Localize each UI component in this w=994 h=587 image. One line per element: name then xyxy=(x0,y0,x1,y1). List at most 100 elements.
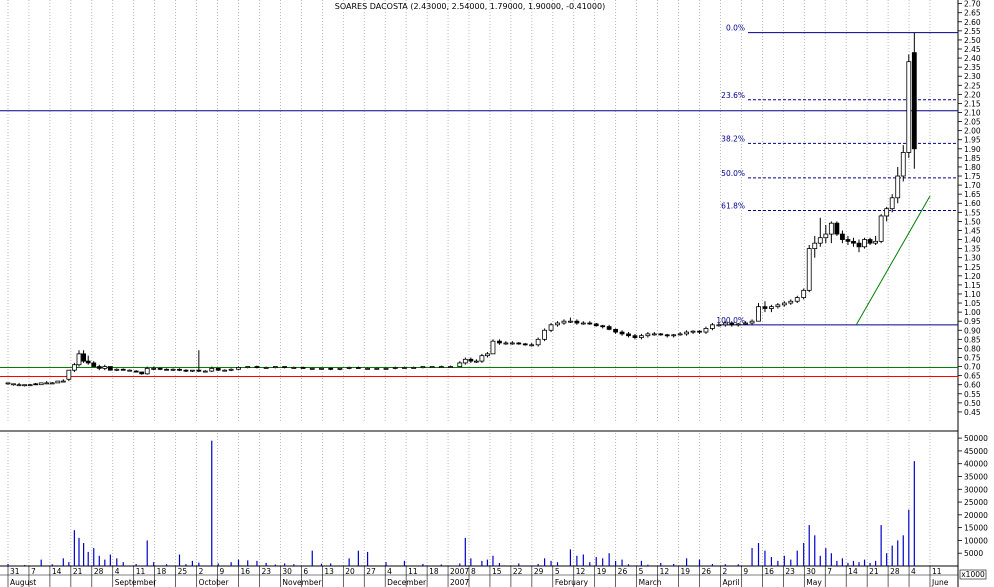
x-day-label: 26 xyxy=(618,567,628,576)
x-day-label: 16 xyxy=(241,567,251,576)
price-tick-label: 1.90 xyxy=(964,145,981,154)
candle-body xyxy=(337,367,343,370)
candle-body xyxy=(862,239,867,248)
candle-body xyxy=(300,367,306,369)
candle-body xyxy=(703,328,709,333)
x-month-label: 2007 xyxy=(450,578,469,587)
candle-body xyxy=(587,322,593,325)
x-day-label: 13 xyxy=(324,567,334,576)
candle-body xyxy=(743,322,748,325)
candle-body xyxy=(263,367,269,369)
candle-body xyxy=(606,326,612,330)
volume-tick-label: 5000 xyxy=(964,549,983,558)
candle-body xyxy=(626,333,631,337)
candle-body xyxy=(91,362,97,367)
candle-body xyxy=(690,330,696,333)
x-day-label: 25 xyxy=(178,567,188,576)
x-day-label: 12 xyxy=(576,567,586,576)
candle-body xyxy=(889,197,895,210)
candle-body xyxy=(497,340,502,344)
x-day-label: 9 xyxy=(743,567,748,576)
fib-level-label: 23.6% xyxy=(721,91,745,100)
price-tick-label: 1.05 xyxy=(964,299,981,308)
candle-body xyxy=(639,335,644,338)
price-tick-label: 1.95 xyxy=(964,136,981,145)
candle-body xyxy=(55,380,61,384)
candle-body xyxy=(806,248,812,291)
volume-tick-label: 35000 xyxy=(964,472,988,481)
x-month-label: August xyxy=(10,578,36,587)
candle-body xyxy=(392,367,398,369)
volume-tick-label: 20000 xyxy=(964,511,988,520)
candle-body xyxy=(183,369,189,372)
candle-body xyxy=(769,306,774,309)
candle-body xyxy=(485,353,490,357)
candle-body xyxy=(383,367,389,370)
candle-body xyxy=(189,369,195,372)
candle-body xyxy=(462,358,468,364)
candle-body xyxy=(402,367,407,369)
x-day-label: 2 xyxy=(722,567,727,576)
price-tick-label: 2.15 xyxy=(964,99,981,108)
fib-level-label: 0.0% xyxy=(726,24,745,33)
price-tick-label: 1.50 xyxy=(964,217,981,226)
candle-body xyxy=(645,333,651,337)
price-tick-label: 1.70 xyxy=(964,181,981,190)
candle-body xyxy=(716,324,722,327)
price-tick-label: 1.10 xyxy=(964,290,981,299)
x-day-label: 11 xyxy=(932,567,942,576)
price-tick-label: 2.55 xyxy=(964,27,981,36)
volume-tick-label: 45000 xyxy=(964,447,988,456)
candle-body xyxy=(851,240,856,244)
candle-body xyxy=(509,342,515,345)
candle-body xyxy=(749,320,755,324)
candle-body xyxy=(884,208,890,217)
candle-body xyxy=(710,324,715,329)
volume-tick-label: 30000 xyxy=(964,485,988,494)
x-day-label: 12 xyxy=(660,567,670,576)
candle-body xyxy=(245,366,251,368)
candle-body xyxy=(254,366,260,368)
price-tick-label: 1.30 xyxy=(964,254,981,263)
price-tick-label: 1.60 xyxy=(964,199,981,208)
candle-body xyxy=(522,343,528,346)
candle-body xyxy=(27,384,33,387)
x-day-label: 4 xyxy=(115,567,120,576)
price-tick-label: 2.40 xyxy=(964,54,981,63)
x-day-label: 21 xyxy=(73,567,83,576)
candle-body xyxy=(516,342,522,345)
price-tick-label: 2.20 xyxy=(964,90,981,99)
x-day-label: 23 xyxy=(261,567,271,576)
price-tick-label: 1.55 xyxy=(964,208,981,217)
candle-body xyxy=(535,338,541,346)
candle-body xyxy=(658,333,664,336)
x-day-label: 19 xyxy=(681,567,691,576)
candle-body xyxy=(120,368,126,371)
x-day-label: 5 xyxy=(639,567,644,576)
x-day-label: 29 xyxy=(534,567,544,576)
x-month-label: November xyxy=(282,578,322,587)
volume-tick-label: 40000 xyxy=(964,460,988,469)
candle-body xyxy=(170,368,176,371)
x-day-label: 28 xyxy=(890,567,900,576)
candle-body xyxy=(66,369,72,380)
candle-body xyxy=(781,302,787,306)
candle-body xyxy=(11,383,16,386)
x-day-label: 18 xyxy=(157,567,167,576)
x-month-label: September xyxy=(115,578,157,587)
price-tick-label: 0.95 xyxy=(964,317,981,326)
candle-body xyxy=(828,222,834,235)
candle-body xyxy=(722,322,728,326)
price-tick-label: 1.85 xyxy=(964,154,981,163)
x-day-label: 8 xyxy=(471,567,476,576)
price-tick-label: 0.55 xyxy=(964,390,981,399)
candle-body xyxy=(272,366,278,368)
candle-body xyxy=(845,239,851,242)
candle-body xyxy=(457,362,463,367)
price-tick-label: 0.50 xyxy=(964,399,981,408)
candle-body xyxy=(33,383,39,386)
x-day-label: 2007 xyxy=(450,567,469,576)
candle-body xyxy=(651,333,657,336)
candle-body xyxy=(677,333,683,336)
price-tick-label: 1.65 xyxy=(964,190,981,199)
